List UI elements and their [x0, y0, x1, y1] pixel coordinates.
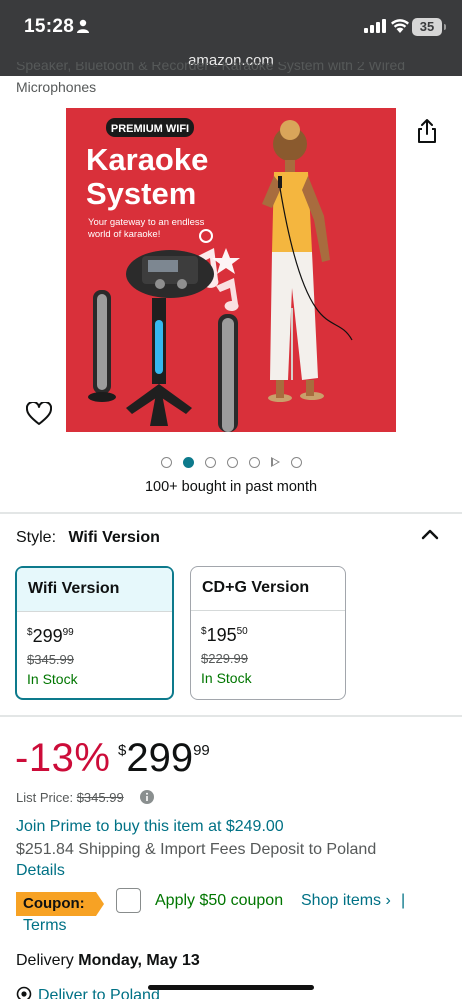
- battery-indicator: 35: [412, 18, 446, 36]
- product-title[interactable]: Speaker, Bluetooth & Recorder - Karaoke …: [16, 62, 446, 98]
- carousel-dot[interactable]: [249, 456, 260, 468]
- divider: [0, 715, 462, 717]
- shop-items-link[interactable]: Shop items ›: [301, 892, 391, 910]
- home-indicator[interactable]: [148, 985, 314, 990]
- location-pin-icon: [16, 986, 32, 999]
- carousel-dot[interactable]: [227, 456, 238, 468]
- style-option-stock: In Stock: [201, 670, 252, 686]
- coupon-separator: |: [401, 892, 406, 909]
- list-price-row: List Price: $345.99: [16, 790, 124, 805]
- style-option-list-price: $345.99: [27, 652, 74, 667]
- style-label: Style:: [16, 529, 57, 546]
- coupon-badge: Coupon:: [16, 892, 104, 916]
- divider: [0, 512, 462, 514]
- shipping-fees: $251.84 Shipping & Import Fees Deposit t…: [16, 841, 377, 858]
- image-headline-1: Karaoke: [86, 142, 208, 177]
- info-icon[interactable]: [140, 790, 154, 804]
- style-selector-header[interactable]: Style: Wifi Version: [16, 529, 160, 547]
- right-speaker-tower: [218, 314, 238, 432]
- deliver-to-link[interactable]: Deliver to Poland: [16, 986, 160, 999]
- share-icon[interactable]: [416, 118, 438, 144]
- details-link[interactable]: Details: [16, 862, 65, 880]
- style-option-list-price: $229.99: [201, 651, 248, 666]
- price-whole: 299: [126, 736, 194, 780]
- cellular-signal-icon: [364, 19, 386, 33]
- coupon-apply-label[interactable]: Apply $50 coupon: [155, 892, 283, 910]
- style-option-name: CD+G Version: [191, 567, 345, 611]
- image-tagline-2: world of karaoke!: [87, 229, 160, 240]
- image-headline-2: System: [86, 176, 196, 211]
- deliver-to-text: Deliver to Poland: [38, 987, 160, 999]
- product-image-art: PREMIUM WIFI Karaoke System Your gateway…: [66, 108, 396, 432]
- price-currency: $: [118, 742, 127, 759]
- style-option-name: Wifi Version: [17, 568, 172, 612]
- delivery-prefix: Delivery: [16, 952, 74, 969]
- style-selected-value: Wifi Version: [68, 529, 160, 546]
- list-price-label: List Price:: [16, 790, 74, 805]
- carousel-dot[interactable]: [183, 456, 194, 468]
- status-time: 15:28: [24, 16, 75, 37]
- list-price-value: $345.99: [76, 790, 124, 805]
- coupon-terms-link[interactable]: Terms: [23, 917, 67, 935]
- prime-offer-link[interactable]: Join Prime to buy this item at $249.00: [16, 818, 284, 836]
- style-option-cdg[interactable]: CD+G Version $19550 $229.99 In Stock: [190, 566, 346, 700]
- carousel-dot[interactable]: [291, 456, 302, 468]
- person-icon: [77, 19, 89, 33]
- image-badge: PREMIUM WIFI: [111, 123, 189, 135]
- product-title-line-2: Microphones: [16, 79, 97, 95]
- delivery-info: Delivery Monday, May 13: [16, 952, 200, 970]
- wishlist-heart-icon[interactable]: [26, 402, 52, 426]
- discount-percent: -13%: [15, 736, 111, 780]
- carousel-dot[interactable]: [205, 456, 216, 468]
- wifi-icon: [391, 19, 409, 33]
- chevron-up-icon[interactable]: [420, 527, 440, 541]
- coupon-checkbox[interactable]: [116, 888, 141, 913]
- price: $29999: [118, 736, 210, 781]
- style-option-price: $29999: [27, 626, 74, 646]
- carousel-video-indicator[interactable]: [271, 457, 280, 467]
- carousel-dot[interactable]: [161, 456, 172, 468]
- style-option-wifi[interactable]: Wifi Version $29999 $345.99 In Stock: [15, 566, 174, 700]
- bought-count: 100+ bought in past month: [144, 479, 318, 495]
- style-option-stock: In Stock: [27, 671, 78, 687]
- image-tagline-1: Your gateway to an endless: [88, 217, 205, 228]
- delivery-date: Monday, May 13: [78, 952, 200, 969]
- style-option-price: $19550: [201, 625, 248, 645]
- image-carousel-dots[interactable]: [161, 455, 302, 469]
- product-image[interactable]: PREMIUM WIFI Karaoke System Your gateway…: [66, 108, 396, 432]
- price-fraction: 99: [193, 742, 210, 759]
- product-title-line-1: Speaker, Bluetooth & Recorder - Karaoke …: [16, 62, 406, 73]
